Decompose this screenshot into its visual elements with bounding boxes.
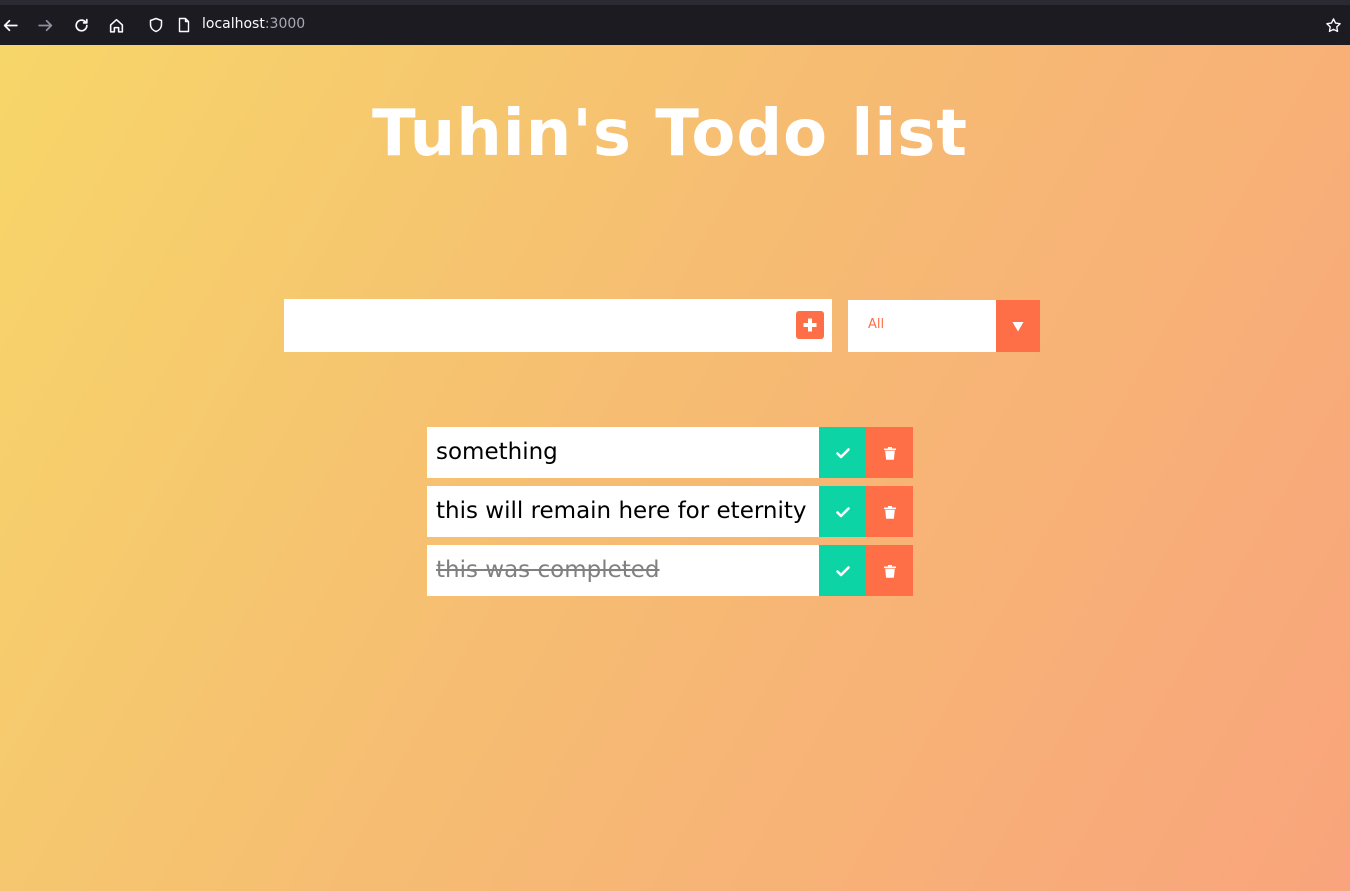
- filter-selected-value: All: [868, 317, 885, 332]
- arrow-right-icon: [37, 19, 52, 31]
- caret-down-icon: [1012, 322, 1024, 332]
- todo-form: [284, 299, 832, 352]
- check-icon: [835, 565, 850, 576]
- back-button[interactable]: [0, 12, 23, 38]
- url-host: localhost: [202, 16, 265, 32]
- complete-button[interactable]: [819, 486, 866, 537]
- todo-text-completed: this was completed: [427, 545, 819, 596]
- page-title: Tuhin's Todo list: [372, 97, 968, 171]
- complete-button[interactable]: [819, 545, 866, 596]
- delete-button[interactable]: [866, 545, 913, 596]
- url-bar[interactable]: localhost:3000: [140, 9, 1350, 41]
- star-icon: [1325, 17, 1341, 32]
- url-text[interactable]: localhost:3000: [202, 16, 305, 32]
- delete-button[interactable]: [866, 427, 913, 478]
- home-button[interactable]: [103, 12, 129, 38]
- url-port: :3000: [264, 16, 306, 32]
- filter-dropdown-button[interactable]: [996, 300, 1040, 352]
- todo-text: this will remain here for eternity: [427, 486, 819, 537]
- trash-icon: [883, 564, 896, 578]
- reload-button[interactable]: [68, 12, 94, 38]
- reload-icon: [74, 18, 88, 32]
- app-page: Tuhin's Todo list All something this wil…: [0, 45, 1350, 891]
- check-icon: [835, 506, 850, 517]
- todo-list: something this will remain here for eter…: [427, 427, 913, 604]
- todo-item: this was completed: [427, 545, 913, 596]
- home-icon: [109, 18, 123, 33]
- browser-toolbar: localhost:3000: [0, 0, 1350, 45]
- check-icon: [835, 447, 850, 458]
- plus-icon: [803, 318, 817, 332]
- add-todo-button[interactable]: [796, 311, 824, 339]
- filter-select[interactable]: All: [848, 300, 1040, 352]
- page-icon[interactable]: [176, 17, 192, 33]
- todo-text: something: [427, 427, 819, 478]
- arrow-left-icon: [3, 19, 18, 31]
- todo-item: something: [427, 427, 913, 478]
- todo-item: this will remain here for eternity: [427, 486, 913, 537]
- trash-icon: [883, 505, 896, 519]
- shield-icon[interactable]: [148, 17, 164, 33]
- forward-button[interactable]: [32, 12, 58, 38]
- delete-button[interactable]: [866, 486, 913, 537]
- bookmark-button[interactable]: [1320, 12, 1346, 38]
- complete-button[interactable]: [819, 427, 866, 478]
- trash-icon: [883, 446, 896, 460]
- todo-input[interactable]: [284, 299, 784, 352]
